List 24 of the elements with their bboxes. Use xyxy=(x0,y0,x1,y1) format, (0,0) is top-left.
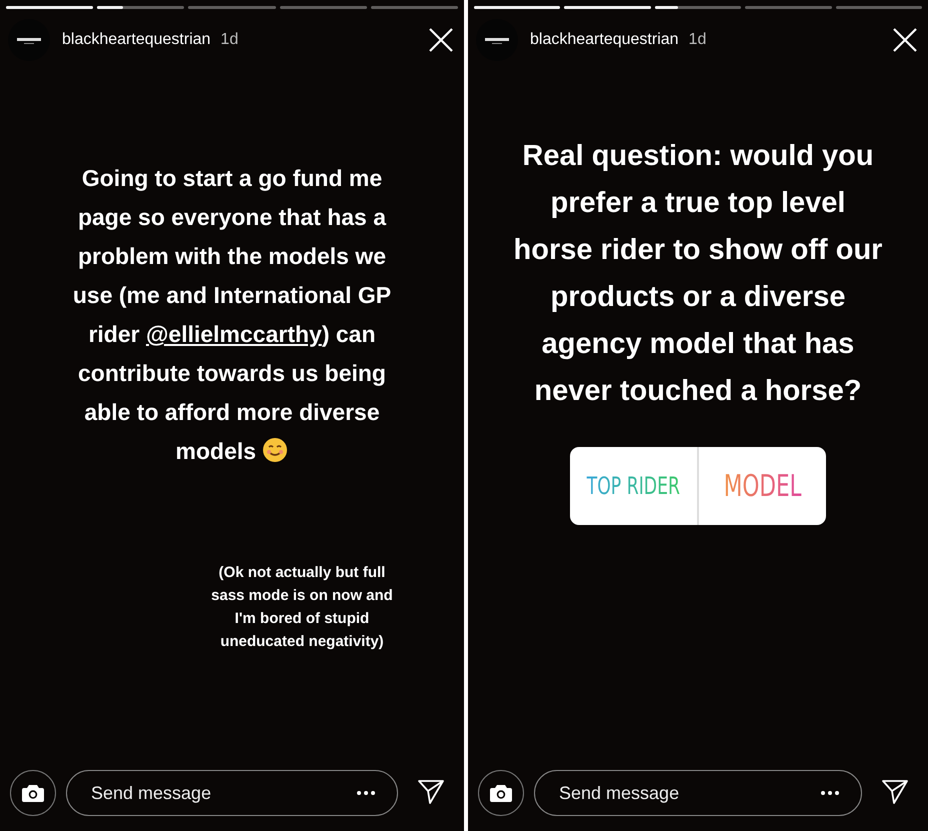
camera-button[interactable] xyxy=(478,770,524,816)
note-text: (Ok not actually but full sass mode is on now and I'm bored of stupid uneducated negativity) xyxy=(210,563,394,652)
message-field[interactable]: Send message xyxy=(66,770,398,816)
story-text: Going to start a go fund me page so everyone that has a problem with the models we use (me and International GP rider @ellielmccarthy) can contribute towards us being able to afford more diverse models xyxy=(72,164,392,466)
post-age: 1d xyxy=(220,31,238,49)
avatar-logo-icon[interactable] xyxy=(476,19,518,61)
camera-button[interactable] xyxy=(10,770,56,816)
message-input[interactable]: Send message xyxy=(557,782,821,804)
send-icon[interactable] xyxy=(881,778,909,804)
message-field[interactable]: Send message xyxy=(534,770,862,816)
post-age: 1d xyxy=(688,31,706,49)
username[interactable]: blackheartequestrian xyxy=(530,31,679,49)
camera-icon[interactable] xyxy=(490,784,512,802)
message-input[interactable]: Send message xyxy=(89,782,357,804)
mention-link[interactable]: @ellielmccarthy xyxy=(146,321,322,347)
more-icon[interactable] xyxy=(821,791,839,795)
close-button[interactable] xyxy=(428,27,454,53)
avatar-logo-icon[interactable] xyxy=(8,19,50,61)
close-button[interactable] xyxy=(892,27,918,53)
send-icon[interactable] xyxy=(417,778,445,804)
more-icon[interactable] xyxy=(357,791,375,795)
camera-icon[interactable] xyxy=(22,784,44,802)
username[interactable]: blackheartequestrian xyxy=(62,31,211,49)
question-text: Real question: would you prefer a true top level horse rider to show off our products or a diverse agency model that has never touched a horse? xyxy=(512,139,884,409)
